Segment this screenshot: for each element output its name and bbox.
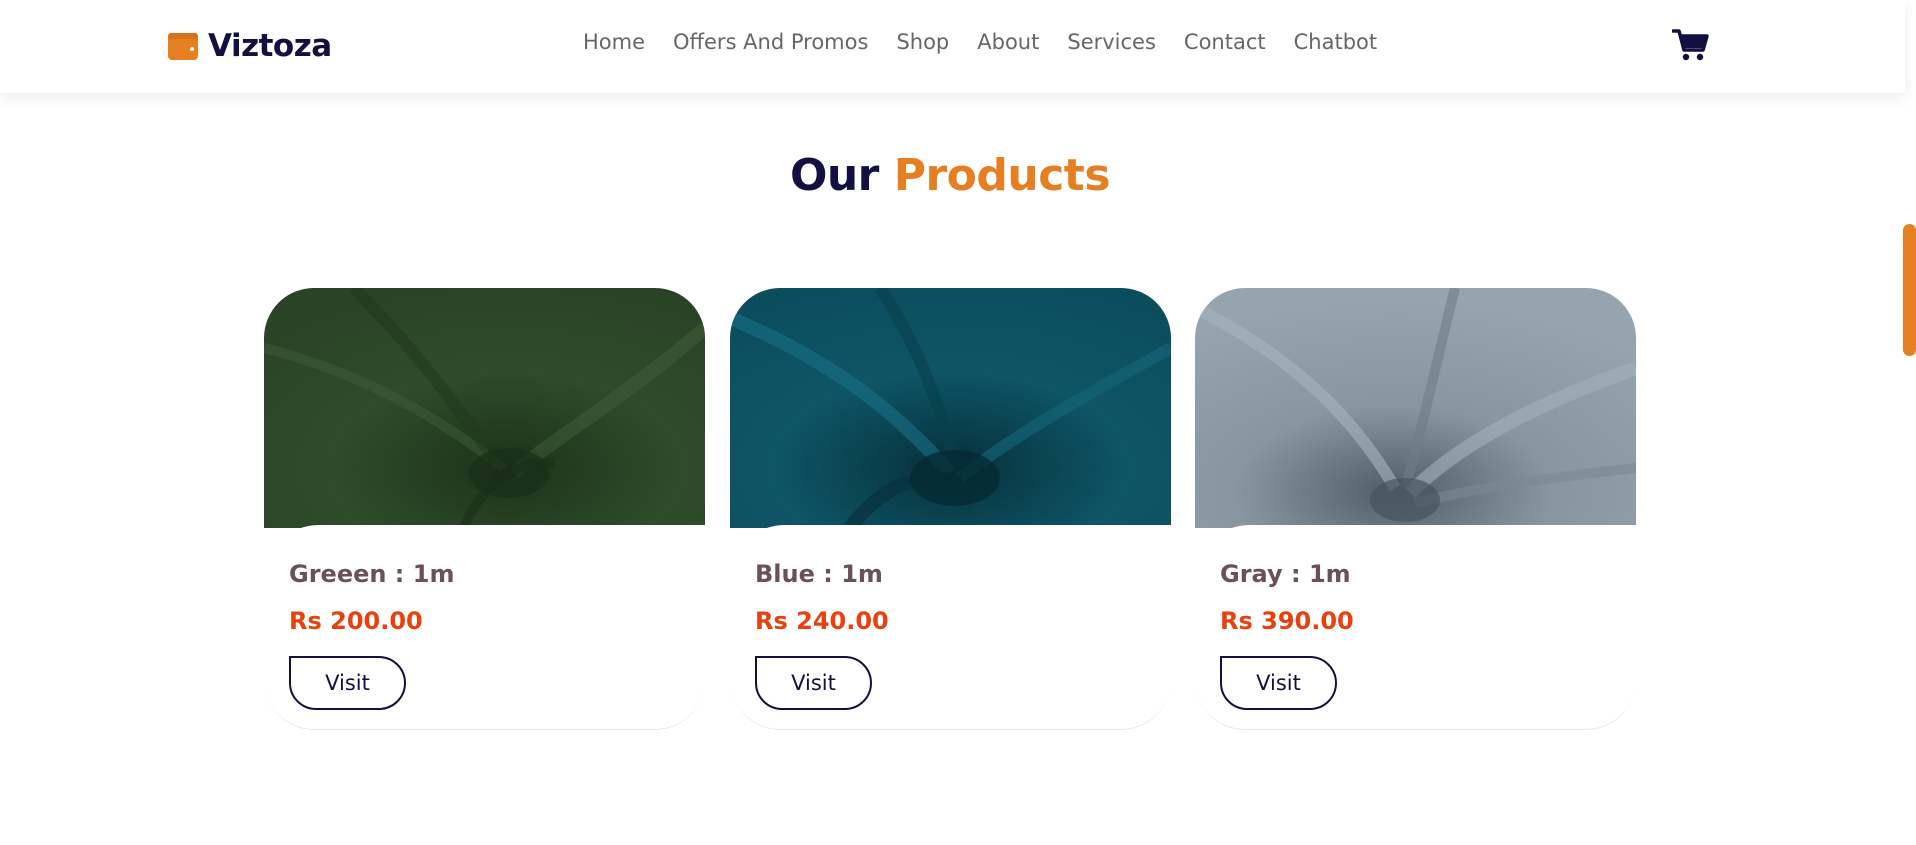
product-card: Gray : 1m Rs 390.00 Visit (1195, 288, 1636, 730)
visit-button[interactable]: Visit (289, 656, 406, 710)
nav-link-chatbot[interactable]: Chatbot (1294, 30, 1378, 54)
visit-button[interactable]: Visit (755, 656, 872, 710)
site-header: Viztoza Home Offers And Promos Shop Abou… (0, 0, 1905, 93)
product-card: Greeen : 1m Rs 200.00 Visit (264, 288, 705, 730)
brand-logo[interactable]: Viztoza (168, 28, 332, 64)
product-image (1195, 288, 1636, 528)
product-title: Greeen : 1m (289, 560, 455, 588)
nav-link-home[interactable]: Home (583, 30, 645, 54)
product-price: Rs 240.00 (755, 607, 889, 635)
shopping-cart-icon[interactable] (1671, 28, 1710, 62)
visit-button[interactable]: Visit (1220, 656, 1337, 710)
nav-link-shop[interactable]: Shop (896, 30, 949, 54)
product-image (730, 288, 1171, 528)
product-card: Blue : 1m Rs 240.00 Visit (730, 288, 1171, 730)
nav-link-services[interactable]: Services (1067, 30, 1156, 54)
product-price: Rs 200.00 (289, 607, 423, 635)
nav-link-offers[interactable]: Offers And Promos (673, 30, 868, 54)
product-title: Blue : 1m (755, 560, 883, 588)
product-info: Gray : 1m Rs 390.00 Visit (1195, 525, 1636, 730)
section-title-dark: Our (789, 150, 879, 201)
section-title-accent: Products (893, 150, 1111, 201)
nav-link-about[interactable]: About (977, 30, 1039, 54)
main-nav: Home Offers And Promos Shop About Servic… (583, 30, 1377, 54)
product-image (264, 288, 705, 528)
scrollbar-thumb[interactable] (1903, 224, 1916, 356)
product-info: Greeen : 1m Rs 200.00 Visit (264, 525, 705, 730)
product-price: Rs 390.00 (1220, 607, 1354, 635)
section-title: Our Products (0, 150, 1900, 201)
brand-name: Viztoza (208, 28, 332, 64)
nav-link-contact[interactable]: Contact (1184, 30, 1266, 54)
wallet-icon (168, 31, 200, 61)
product-info: Blue : 1m Rs 240.00 Visit (730, 525, 1171, 730)
product-title: Gray : 1m (1220, 560, 1351, 588)
